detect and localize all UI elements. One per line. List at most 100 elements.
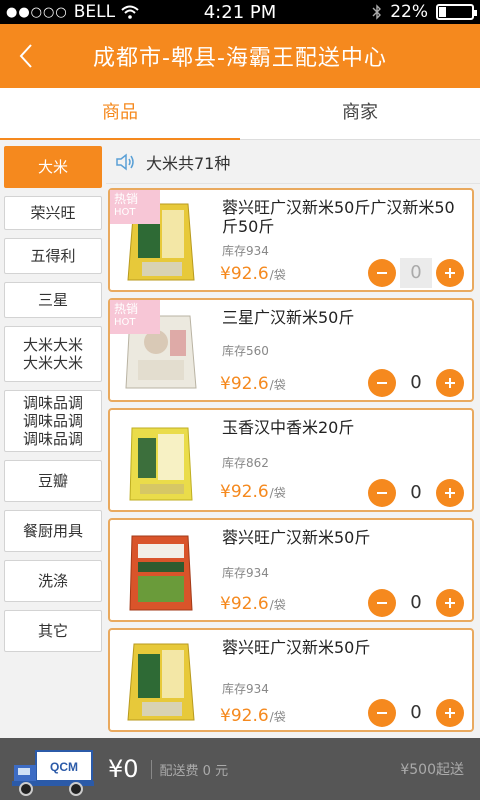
increase-button[interactable] (436, 699, 464, 727)
product-price: ¥92.6/袋 (220, 594, 286, 614)
category-sidebar: 大米 荣兴旺 五得利 三星 大米大米 大米大米 调味品调 调味品调 调味品调 豆… (0, 140, 106, 738)
price-unit: /袋 (269, 486, 286, 500)
price-unit: /袋 (269, 378, 286, 392)
product-card[interactable]: 热销 HOT 三星广汉新米50斤 库存560 ¥92.6/袋 0 (108, 298, 474, 402)
price-value: ¥92.6 (220, 264, 269, 284)
category-item-doubanjiang[interactable]: 豆瓣 (4, 460, 102, 502)
plus-icon (445, 598, 455, 608)
increase-button[interactable] (436, 259, 464, 287)
battery-level (439, 7, 447, 17)
category-item-sanxing[interactable]: 三星 (4, 282, 102, 318)
product-card[interactable]: 热销 HOT 蓉兴旺广汉新米50斤广汉新米50斤50斤 库存934 ¥92.6/袋… (108, 188, 474, 292)
hot-badge-label: 热销 (114, 192, 139, 206)
quantity-stepper: 0 (368, 368, 464, 398)
rice-bag-image (129, 427, 193, 501)
product-stock: 库存560 (222, 344, 269, 358)
category-item-rongxingwang[interactable]: 荣兴旺 (4, 196, 102, 230)
decrease-button[interactable] (368, 479, 396, 507)
bluetooth-icon (372, 4, 382, 20)
product-name: 三星广汉新米50斤 (222, 308, 355, 327)
product-stock: 库存934 (222, 682, 269, 696)
decrease-button[interactable] (368, 699, 396, 727)
product-stock: 库存934 (222, 566, 269, 580)
product-name: 玉香汉中香米20斤 (222, 418, 355, 437)
increase-button[interactable] (436, 369, 464, 397)
product-price: ¥92.6/袋 (220, 264, 286, 284)
plus-icon (445, 708, 455, 718)
delivery-fee: 配送费 0 元 (150, 759, 228, 779)
min-order[interactable]: ¥500起送 (400, 759, 464, 779)
minus-icon (377, 602, 387, 604)
category-item-kitchenware[interactable]: 餐厨用具 (4, 510, 102, 552)
battery-percent: 22% (390, 2, 428, 22)
plus-icon (445, 268, 455, 278)
quantity-stepper: 0 (368, 698, 464, 728)
list-header: 大米共71种 (106, 140, 480, 184)
increase-button[interactable] (436, 589, 464, 617)
product-name: 蓉兴旺广汉新米50斤 (222, 528, 371, 547)
price-value: ¥92.6 (220, 374, 269, 394)
quantity-value[interactable]: 0 (400, 368, 432, 398)
category-item-rice[interactable]: 大米 (4, 146, 102, 188)
cart-bar: QCM ¥0 配送费 0 元 ¥500起送 (0, 738, 480, 800)
product-list: 大米共71种 热销 HOT 蓉兴旺广汉新米50斤广汉新米50斤50斤 库存934 … (106, 140, 480, 738)
minus-icon (377, 492, 387, 494)
product-card[interactable]: 蓉兴旺广汉新米50斤 库存934 ¥92.6/袋 0 (108, 518, 474, 622)
category-item-detergent[interactable]: 洗涤 (4, 560, 102, 602)
category-item-other[interactable]: 其它 (4, 610, 102, 652)
quantity-value[interactable]: 0 (400, 588, 432, 618)
category-item-seasoning[interactable]: 调味品调 调味品调 调味品调 (4, 390, 102, 452)
rice-bag-image (127, 643, 195, 721)
minus-icon (377, 382, 387, 384)
product-count: 大米共71种 (146, 153, 231, 173)
product-name: 蓉兴旺广汉新米50斤广汉新米50斤50斤 (222, 198, 455, 236)
decrease-button[interactable] (368, 589, 396, 617)
product-name: 蓉兴旺广汉新米50斤 (222, 638, 371, 657)
decrease-button[interactable] (368, 259, 396, 287)
category-item-rice-multi[interactable]: 大米大米 大米大米 (4, 326, 102, 382)
minus-icon (377, 272, 387, 274)
minus-icon (377, 712, 387, 714)
product-stock: 库存934 (222, 244, 269, 258)
page-title: 成都市-郫县-海霸王配送中心 (93, 46, 387, 71)
status-bar: ●●○○○ BELL 4:21 PM 22% (0, 0, 480, 24)
price-unit: /袋 (269, 598, 286, 612)
product-stock: 库存862 (222, 456, 269, 470)
quantity-value[interactable]: 0 (400, 258, 432, 288)
battery-icon (436, 4, 477, 20)
plus-icon (445, 378, 455, 388)
tab-merchants[interactable]: 商家 (240, 88, 480, 139)
hot-badge-en: HOT (114, 317, 136, 328)
hot-badge-label: 热销 (114, 302, 139, 316)
chevron-left-icon (19, 44, 32, 68)
quantity-stepper: 0 (368, 478, 464, 508)
product-price: ¥92.6/袋 (220, 374, 286, 394)
wifi-icon (121, 5, 139, 19)
price-value: ¥92.6 (220, 594, 269, 614)
truck-logo-text: QCM (50, 760, 78, 774)
product-price: ¥92.6/袋 (220, 482, 286, 502)
product-price: ¥92.6/袋 (220, 706, 286, 726)
plus-icon (445, 488, 455, 498)
cart-total: ¥0 (108, 755, 139, 783)
price-value: ¥92.6 (220, 482, 269, 502)
hot-badge: 热销 HOT (110, 190, 160, 224)
product-card[interactable]: 玉香汉中香米20斤 库存862 ¥92.6/袋 0 (108, 408, 474, 512)
status-time: 4:21 PM (203, 1, 277, 23)
decrease-button[interactable] (368, 369, 396, 397)
hot-badge-en: HOT (114, 207, 136, 218)
tab-goods[interactable]: 商品 (0, 88, 240, 140)
quantity-value[interactable]: 0 (400, 698, 432, 728)
quantity-value[interactable]: 0 (400, 478, 432, 508)
category-item-wudeli[interactable]: 五得利 (4, 238, 102, 274)
status-left: ●●○○○ BELL (6, 2, 176, 22)
truck-icon[interactable]: QCM (10, 743, 96, 797)
carrier-name: BELL (73, 2, 116, 22)
back-button[interactable] (0, 24, 52, 88)
nav-bar: 成都市-郫县-海霸王配送中心 (0, 24, 480, 88)
price-value: ¥92.6 (220, 706, 269, 726)
hot-badge: 热销 HOT (110, 300, 160, 334)
increase-button[interactable] (436, 479, 464, 507)
product-card[interactable]: 蓉兴旺广汉新米50斤 库存934 ¥92.6/袋 0 (108, 628, 474, 732)
status-right: 22% (304, 2, 477, 22)
